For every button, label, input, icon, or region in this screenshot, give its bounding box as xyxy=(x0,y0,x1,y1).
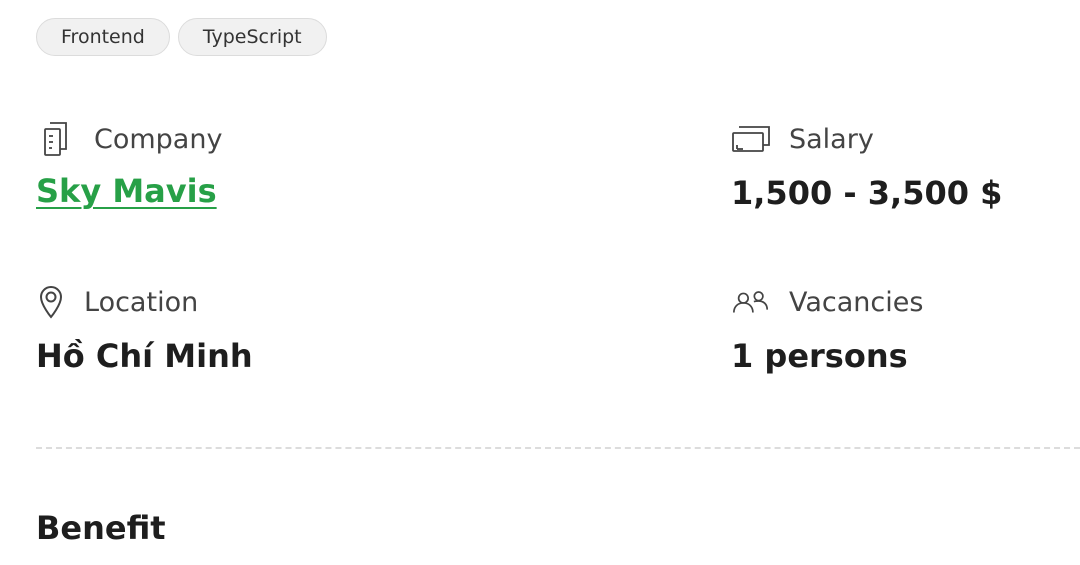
wallet-icon xyxy=(731,124,771,154)
salary-value: 1,500 - 3,500 $ xyxy=(731,174,1003,212)
location-value: Hồ Chí Minh xyxy=(36,337,253,375)
building-icon xyxy=(36,121,76,157)
vacancies-info: Vacancies 1 persons xyxy=(731,282,923,376)
company-info: Company Sky Mavis xyxy=(36,119,222,211)
location-label: Location xyxy=(84,286,199,318)
tag-typescript[interactable]: TypeScript xyxy=(177,18,327,56)
benefit-heading: Benefit xyxy=(36,509,166,547)
section-divider xyxy=(36,447,1080,449)
salary-info: Salary 1,500 - 3,500 $ xyxy=(731,119,1002,213)
users-icon xyxy=(731,289,771,315)
salary-label: Salary xyxy=(789,123,874,155)
vacancies-value: 1 persons xyxy=(731,337,908,375)
company-label-row: Company xyxy=(36,119,222,159)
vacancies-label: Vacancies xyxy=(789,286,924,318)
location-info: Location Hồ Chí Minh xyxy=(36,282,253,376)
tag-list: Frontend TypeScript xyxy=(36,18,327,56)
company-link[interactable]: Sky Mavis xyxy=(36,172,217,210)
company-label: Company xyxy=(94,123,223,155)
tag-frontend[interactable]: Frontend xyxy=(36,18,170,56)
vacancies-label-row: Vacancies xyxy=(731,282,923,322)
map-pin-icon xyxy=(36,285,66,319)
location-label-row: Location xyxy=(36,282,253,322)
salary-label-row: Salary xyxy=(731,119,1002,159)
